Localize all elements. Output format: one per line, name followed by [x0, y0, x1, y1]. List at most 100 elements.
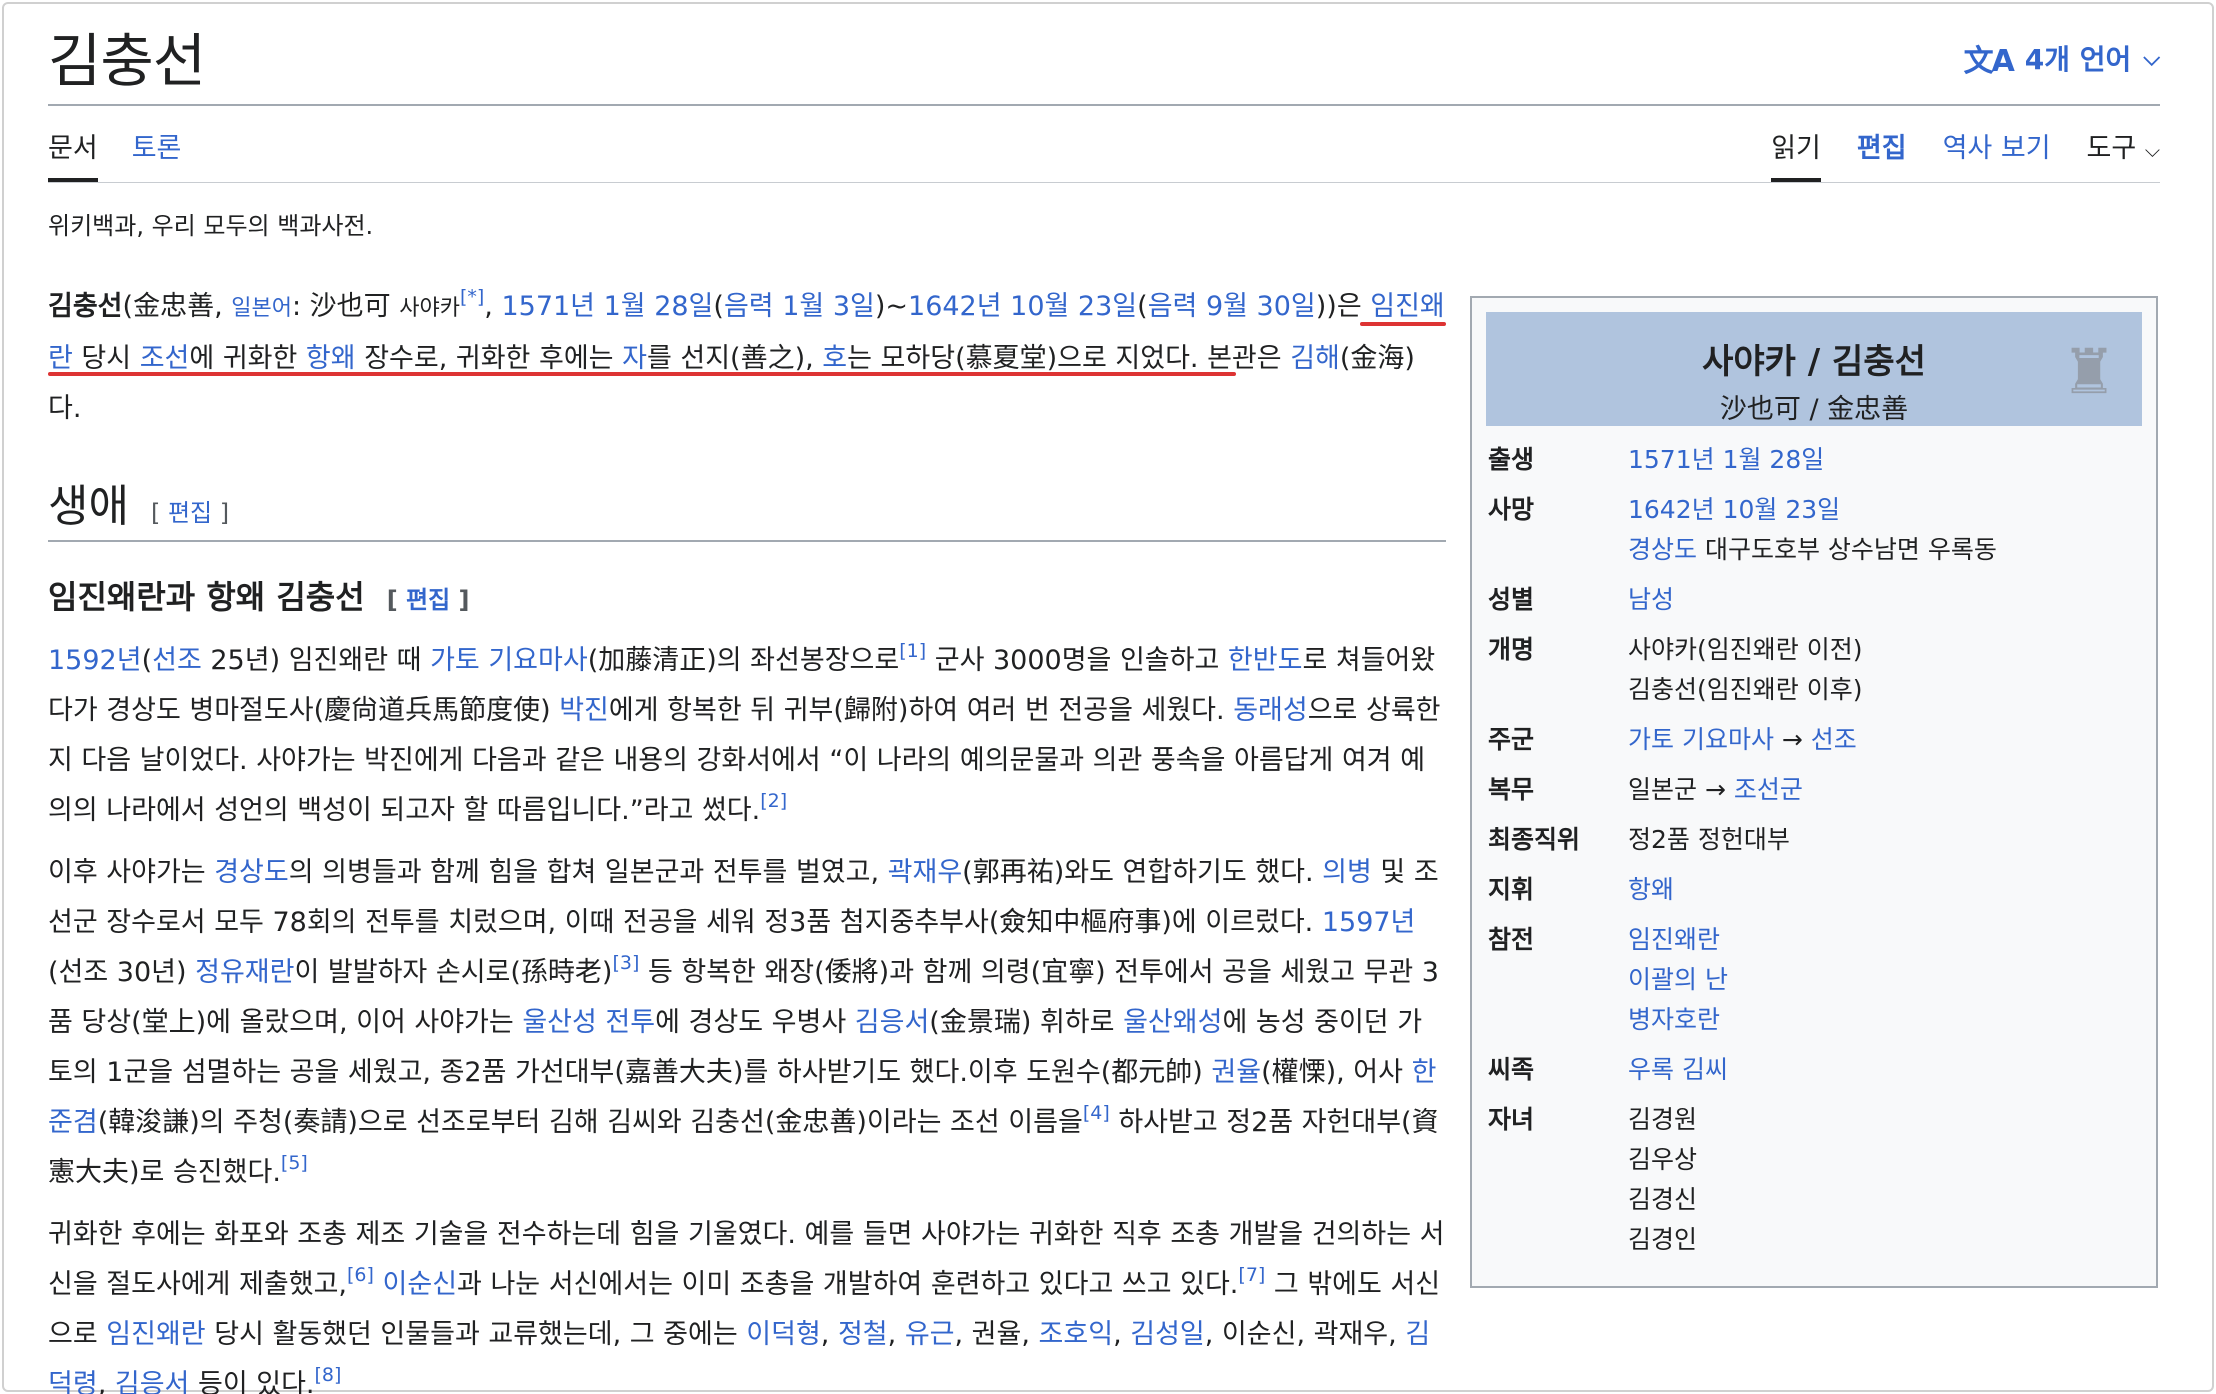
row-label: 참전: [1488, 925, 1535, 954]
text: (: [1137, 291, 1148, 322]
link-kato-kiyomasa[interactable]: 가토 기요마사: [430, 645, 588, 676]
arrow: →: [1773, 725, 1811, 754]
bracket: ]: [450, 586, 470, 614]
link-hangwae[interactable]: 항왜: [306, 343, 356, 374]
link-1592[interactable]: 1592년: [48, 645, 142, 676]
link-righteous-army[interactable]: 의병: [1322, 857, 1372, 888]
link-jo-ho-ik[interactable]: 조호익: [1039, 1319, 1114, 1350]
link-qing-invasion[interactable]: 병자호란: [1628, 1005, 1720, 1034]
chevron-down-icon: ⌵: [2144, 138, 2160, 162]
text: ,: [820, 1319, 838, 1350]
language-label: 4개 언어: [2024, 43, 2132, 76]
link-birth-date[interactable]: 1571년 1월 28일: [1628, 445, 1824, 474]
text: : 沙也可: [291, 291, 400, 322]
link-imjin-war[interactable]: 임진왜란: [106, 1319, 205, 1350]
link-joseon-army[interactable]: 조선군: [1734, 775, 1803, 804]
link-jeongyu-war[interactable]: 정유재란: [195, 957, 294, 988]
link-seonjo[interactable]: 선조: [152, 645, 202, 676]
tab-tools[interactable]: 도구 ⌵: [2087, 126, 2160, 182]
row-label: 씨족: [1488, 1055, 1535, 1084]
link-kim-eung-seo[interactable]: 김응서: [855, 1007, 930, 1038]
link-japanese[interactable]: 일본어: [231, 296, 292, 321]
link-urok-kim-clan[interactable]: 우록 김씨: [1628, 1055, 1728, 1084]
text: ))은: [1315, 291, 1371, 322]
tab-article[interactable]: 문서: [48, 126, 98, 182]
tab-history[interactable]: 역사 보기: [1943, 126, 2051, 182]
ref-star[interactable]: [*]: [460, 286, 484, 308]
link-kim-seong-il[interactable]: 김성일: [1130, 1319, 1205, 1350]
text: )~: [874, 291, 909, 322]
namespace-tabs: 문서 토론: [48, 126, 181, 182]
link-yu-geun[interactable]: 유근: [905, 1319, 955, 1350]
ref-7[interactable]: [7]: [1238, 1264, 1265, 1286]
link-dongnae-fortress[interactable]: 동래성: [1233, 695, 1308, 726]
language-button[interactable]: 文A 4개 언어 ⌵: [1964, 36, 2160, 80]
link-male[interactable]: 남성: [1628, 585, 1674, 614]
text: 당시: [72, 343, 140, 374]
link-art-name[interactable]: 호: [822, 343, 847, 374]
page-title: 김충선: [48, 27, 206, 95]
text: (金忠善,: [122, 291, 232, 322]
title-divider: [48, 104, 2160, 106]
text: 의 의병들과 함께 힘을 합쳐 일본군과 전투를 벌였고,: [288, 857, 888, 888]
link-gwak-jae-u[interactable]: 곽재우: [888, 857, 963, 888]
link-lunar-death[interactable]: 음력 9월 30일: [1148, 291, 1316, 322]
link-kim-eung-seo[interactable]: 김응서: [115, 1369, 190, 1394]
infobox-title: 사야카 / 김충선: [1702, 342, 1926, 382]
tab-talk[interactable]: 토론: [132, 126, 182, 182]
link-ulsan-castle[interactable]: 울산왜성: [1123, 1007, 1222, 1038]
ref-8[interactable]: [8]: [315, 1364, 342, 1386]
link-hangwae[interactable]: 항왜: [1628, 875, 1674, 904]
link-joseon[interactable]: 조선: [140, 343, 190, 374]
link-ulsan-battle[interactable]: 울산성 전투: [522, 1007, 655, 1038]
infobox-row-sex: 성별 남성: [1486, 580, 2142, 620]
text: 를 선지(善之),: [646, 343, 823, 374]
ref-2[interactable]: [2]: [760, 790, 787, 812]
subject-name: 김충선: [48, 291, 123, 322]
link-gyeongsang[interactable]: 경상도: [214, 857, 289, 888]
link-gwon-yul[interactable]: 권율: [1211, 1057, 1261, 1088]
section-title: 임진왜란과 항왜 김충선: [48, 578, 365, 616]
link-seonjo[interactable]: 선조: [1811, 725, 1857, 754]
article-body: 김충선(金忠善, 일본어: 沙也可 사야카[*], 1571년 1월 28일(음…: [48, 282, 1446, 1394]
annotation-underline: [48, 372, 1236, 376]
ref-1[interactable]: [1]: [899, 640, 926, 662]
ref-4[interactable]: [4]: [1083, 1102, 1110, 1124]
text: 사야카: [399, 296, 460, 321]
edit-section-link[interactable]: 편집: [168, 499, 212, 527]
ref-3[interactable]: [3]: [612, 952, 639, 974]
link-death-date[interactable]: 1642년 10월 23일: [908, 291, 1137, 322]
link-gyeongsang[interactable]: 경상도: [1628, 535, 1697, 564]
text: 사야카(임진왜란 이전): [1628, 635, 1863, 664]
link-bak-jin[interactable]: 박진: [559, 695, 609, 726]
text: 과 나눈 서신에서는 이미 조총을 개발하여 훈련하고 있다고 쓰고 있다.: [457, 1269, 1239, 1300]
link-yi-sun-sin[interactable]: 이순신: [383, 1269, 458, 1300]
link-courtesy-name[interactable]: 자: [622, 343, 647, 374]
tab-read[interactable]: 읽기: [1771, 126, 1821, 182]
link-lunar-birth[interactable]: 음력 1월 3일: [724, 291, 875, 322]
link-birth-date[interactable]: 1571년 1월 28일: [501, 291, 713, 322]
infobox-row-rank: 최종직위 정2품 정헌대부: [1486, 820, 2142, 860]
text: ,: [97, 1369, 115, 1394]
tab-edit[interactable]: 편집: [1857, 126, 1907, 182]
tabs-divider: [48, 182, 2160, 183]
link-death-date[interactable]: 1642년 10월 23일: [1628, 495, 1840, 524]
section-heading-war: 임진왜란과 항왜 김충선 [ 편집 ]: [48, 572, 1446, 618]
ref-6[interactable]: [6]: [347, 1264, 374, 1286]
text: (郭再祐)와도 연합하기도 했다.: [962, 857, 1323, 888]
link-korean-peninsula[interactable]: 한반도: [1228, 645, 1303, 676]
edit-section-link[interactable]: 편집: [406, 586, 450, 614]
link-1597[interactable]: 1597년: [1322, 907, 1416, 938]
link-yi-deok-hyeong[interactable]: 이덕형: [746, 1319, 821, 1350]
ref-5[interactable]: [5]: [281, 1152, 308, 1174]
link-yi-gwal-rebellion[interactable]: 이괄의 난: [1628, 965, 1728, 994]
text: 에 귀화한: [189, 343, 306, 374]
arrow: →: [1697, 775, 1734, 804]
link-imjin-war[interactable]: 임진왜란: [1628, 925, 1720, 954]
link-kato-kiyomasa[interactable]: 가토 기요마사: [1628, 725, 1774, 754]
text: (: [141, 645, 153, 676]
link-jeong-cheol[interactable]: 정철: [838, 1319, 888, 1350]
link-gimhae[interactable]: 김해: [1290, 343, 1340, 374]
text: (선조 30년): [48, 957, 196, 988]
infobox-row-birth: 출생 1571년 1월 28일: [1486, 440, 2142, 480]
